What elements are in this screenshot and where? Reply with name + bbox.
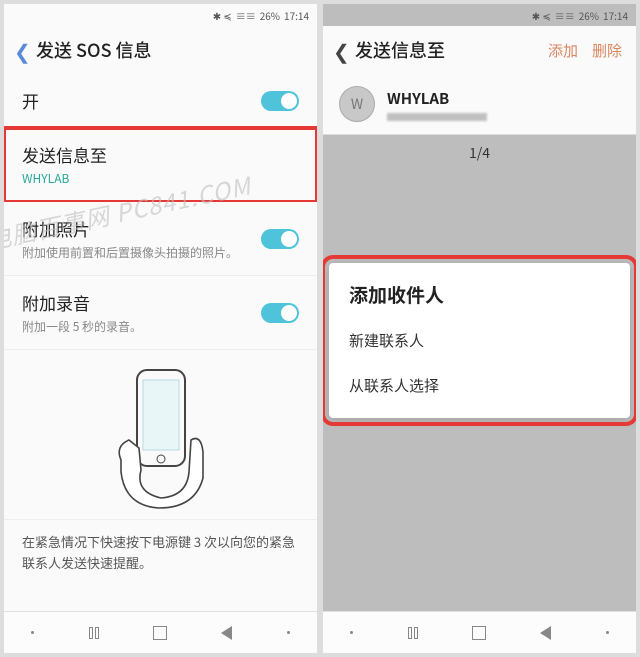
app-bar: ❮ 发送 SOS 信息 (4, 26, 317, 74)
nav-recents-icon[interactable] (89, 627, 99, 639)
nav-assist-icon[interactable] (350, 631, 353, 634)
nav-bar (323, 611, 636, 653)
row-attach-photo[interactable]: 附加照片 附加使用前置和后置摄像头拍摄的照片。 (4, 202, 317, 276)
send-to-label: 发送信息至 (22, 142, 299, 167)
status-signal: ≡≡ (236, 8, 256, 23)
dialog-title: 添加收件人 (329, 267, 630, 318)
nav-back-icon[interactable] (540, 626, 551, 640)
screen-sos-settings: ✱ ≼ ≡≡ 26% 17:14 ❮ 发送 SOS 信息 开 发送信息至 WHY… (4, 4, 317, 653)
status-battery: 26% (260, 8, 280, 23)
help-line-1: 在紧急情况下快速按下电源键 3 次以向您的紧急 (22, 532, 299, 553)
status-time: 17:14 (284, 8, 309, 23)
screen-send-to: ✱ ≼ ≡≡ 26% 17:14 ❮ 发送信息至 添加 删除 W WHYLAB … (323, 4, 636, 653)
option-pick-contact[interactable]: 从联系人选择 (329, 363, 630, 408)
status-bar: ✱ ≼ ≡≡ 26% 17:14 (323, 4, 636, 26)
nav-home-icon[interactable] (153, 626, 167, 640)
contact-name: WHYLAB (387, 88, 487, 109)
status-signal: ≡≡ (555, 8, 575, 23)
app-bar: ❮ 发送信息至 添加 删除 (323, 26, 636, 74)
nav-back-icon[interactable] (221, 626, 232, 640)
attach-photo-sub: 附加使用前置和后置摄像头拍摄的照片。 (22, 244, 261, 261)
option-new-contact[interactable]: 新建联系人 (329, 318, 630, 363)
dialog-add-recipient: 添加收件人 新建联系人 从联系人选择 (329, 263, 630, 418)
status-bar: ✱ ≼ ≡≡ 26% 17:14 (4, 4, 317, 26)
back-icon[interactable]: ❮ (14, 36, 36, 65)
back-icon[interactable]: ❮ (333, 36, 355, 65)
status-time: 17:14 (603, 8, 628, 23)
attach-audio-sub: 附加一段 5 秒的录音。 (22, 318, 261, 335)
row-master-toggle[interactable]: 开 (4, 74, 317, 128)
nav-extra-icon[interactable] (287, 631, 290, 634)
status-battery: 26% (579, 8, 599, 23)
help-text: 在紧急情况下快速按下电源键 3 次以向您的紧急 联系人发送快速提醒。 (4, 520, 317, 580)
attach-audio-toggle[interactable] (261, 303, 299, 323)
phone-in-hand-icon (91, 360, 231, 510)
contact-subtext (387, 113, 487, 121)
master-toggle-switch[interactable] (261, 91, 299, 111)
contact-row[interactable]: W WHYLAB (323, 74, 636, 135)
attach-photo-label: 附加照片 (22, 216, 261, 241)
action-add[interactable]: 添加 (548, 40, 578, 61)
send-to-value: WHYLAB (22, 170, 299, 187)
help-line-2: 联系人发送快速提醒。 (22, 553, 299, 574)
status-icons: ✱ ≼ (532, 8, 551, 23)
row-send-to[interactable]: 发送信息至 WHYLAB (4, 128, 317, 202)
page-title: 发送 SOS 信息 (36, 37, 152, 63)
attach-photo-toggle[interactable] (261, 229, 299, 249)
nav-assist-icon[interactable] (31, 631, 34, 634)
nav-extra-icon[interactable] (606, 631, 609, 634)
nav-recents-icon[interactable] (408, 627, 418, 639)
action-delete[interactable]: 删除 (592, 40, 622, 61)
avatar: W (339, 86, 375, 122)
attach-audio-label: 附加录音 (22, 290, 261, 315)
toggle-label: 开 (22, 88, 261, 113)
nav-home-icon[interactable] (472, 626, 486, 640)
row-attach-audio[interactable]: 附加录音 附加一段 5 秒的录音。 (4, 276, 317, 350)
illustration-hand-phone (4, 350, 317, 520)
page-title: 发送信息至 (355, 37, 445, 63)
counter: 1/4 (323, 135, 636, 203)
status-icons: ✱ ≼ (213, 8, 232, 23)
nav-bar (4, 611, 317, 653)
